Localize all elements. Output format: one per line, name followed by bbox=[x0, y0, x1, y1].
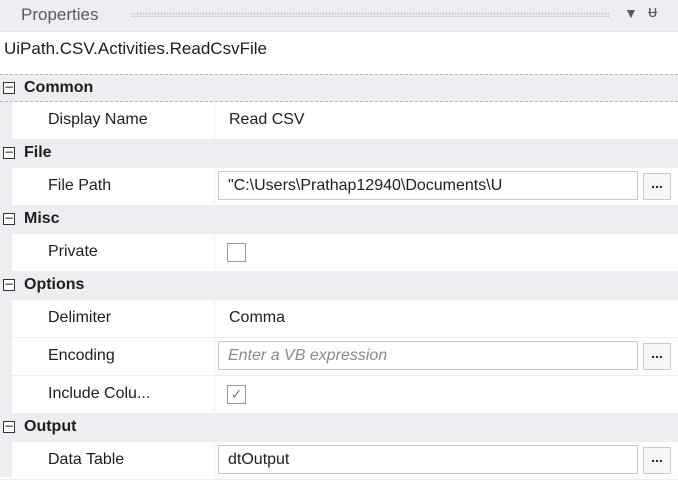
file-path-browse-button[interactable]: ... bbox=[643, 173, 671, 200]
property-value-cell: dtOutput ... bbox=[215, 442, 678, 479]
property-name-cell: Include Colu... bbox=[14, 376, 215, 413]
property-row-file-path: File Path "C:\Users\Prathap12940\Documen… bbox=[0, 168, 678, 206]
encoding-browse-button[interactable]: ... bbox=[643, 343, 671, 370]
collapse-icon[interactable]: − bbox=[3, 420, 15, 433]
property-value-cell: Enter a VB expression ... bbox=[215, 338, 678, 375]
collapse-icon[interactable]: − bbox=[3, 81, 15, 94]
panel-title-bar: Properties ▼ ᵾ bbox=[0, 0, 678, 32]
property-name-cell: File Path bbox=[14, 168, 215, 205]
category-misc: − Misc bbox=[0, 206, 678, 234]
data-table-browse-button[interactable]: ... bbox=[643, 447, 671, 474]
property-name: Include Colu... bbox=[48, 385, 151, 402]
category-file: − File bbox=[0, 140, 678, 168]
property-value-cell: Read CSV bbox=[215, 102, 678, 139]
property-row-delimiter: Delimiter Comma bbox=[0, 300, 678, 338]
property-name-cell: Display Name bbox=[14, 102, 215, 139]
chevron-down-icon[interactable]: ▼ bbox=[624, 5, 638, 21]
category-output: − Output bbox=[0, 414, 678, 442]
private-checkbox[interactable] bbox=[227, 243, 246, 262]
property-row-display-name: Display Name Read CSV bbox=[0, 102, 678, 140]
category-label: Misc bbox=[24, 210, 60, 227]
property-name: Display Name bbox=[48, 111, 148, 128]
encoding-input[interactable]: Enter a VB expression bbox=[218, 341, 638, 370]
property-name: Data Table bbox=[48, 451, 125, 468]
drag-grip[interactable] bbox=[130, 12, 610, 17]
property-row-encoding: Encoding Enter a VB expression ... bbox=[0, 338, 678, 376]
category-label: Output bbox=[24, 418, 77, 435]
property-name: Delimiter bbox=[48, 309, 112, 326]
collapse-icon[interactable]: − bbox=[3, 278, 15, 291]
delimiter-value[interactable]: Comma bbox=[229, 309, 285, 327]
data-table-input[interactable]: dtOutput bbox=[218, 445, 638, 474]
activity-type-bar: UiPath.CSV.Activities.ReadCsvFile bbox=[0, 32, 678, 70]
property-name: Private bbox=[48, 243, 98, 260]
category-options: − Options bbox=[0, 272, 678, 300]
property-name-cell: Private bbox=[14, 234, 215, 271]
property-name: File Path bbox=[48, 177, 112, 194]
category-label: Options bbox=[24, 276, 85, 293]
panel-title: Properties bbox=[21, 5, 99, 24]
property-value-cell: "C:\Users\Prathap12940\Documents\U ... bbox=[215, 168, 678, 205]
property-row-data-table: Data Table dtOutput ... bbox=[0, 442, 678, 480]
file-path-input[interactable]: "C:\Users\Prathap12940\Documents\U bbox=[218, 171, 638, 200]
property-value-cell bbox=[215, 234, 678, 271]
include-columns-checkbox[interactable]: ✓ bbox=[227, 385, 246, 404]
property-name-cell: Data Table bbox=[14, 442, 215, 479]
property-grid: − Common Display Name Read CSV − File Fi… bbox=[0, 74, 678, 480]
property-value-cell: ✓ bbox=[215, 376, 678, 413]
activity-type-name: UiPath.CSV.Activities.ReadCsvFile bbox=[4, 39, 267, 58]
property-name: Encoding bbox=[48, 347, 115, 364]
property-row-private: Private bbox=[0, 234, 678, 272]
property-row-include-columns: Include Colu... ✓ bbox=[0, 376, 678, 414]
pin-icon[interactable]: ᵾ bbox=[648, 2, 657, 22]
category-common: − Common bbox=[0, 74, 678, 102]
properties-panel: Properties ▼ ᵾ UiPath.CSV.Activities.Rea… bbox=[0, 0, 678, 480]
property-name-cell: Encoding bbox=[14, 338, 215, 375]
display-name-value[interactable]: Read CSV bbox=[229, 111, 305, 129]
collapse-icon[interactable]: − bbox=[3, 146, 15, 159]
property-name-cell: Delimiter bbox=[14, 300, 215, 337]
category-label: Common bbox=[24, 79, 94, 96]
category-label: File bbox=[24, 144, 52, 161]
property-value-cell: Comma bbox=[215, 300, 678, 337]
collapse-icon[interactable]: − bbox=[3, 212, 15, 225]
